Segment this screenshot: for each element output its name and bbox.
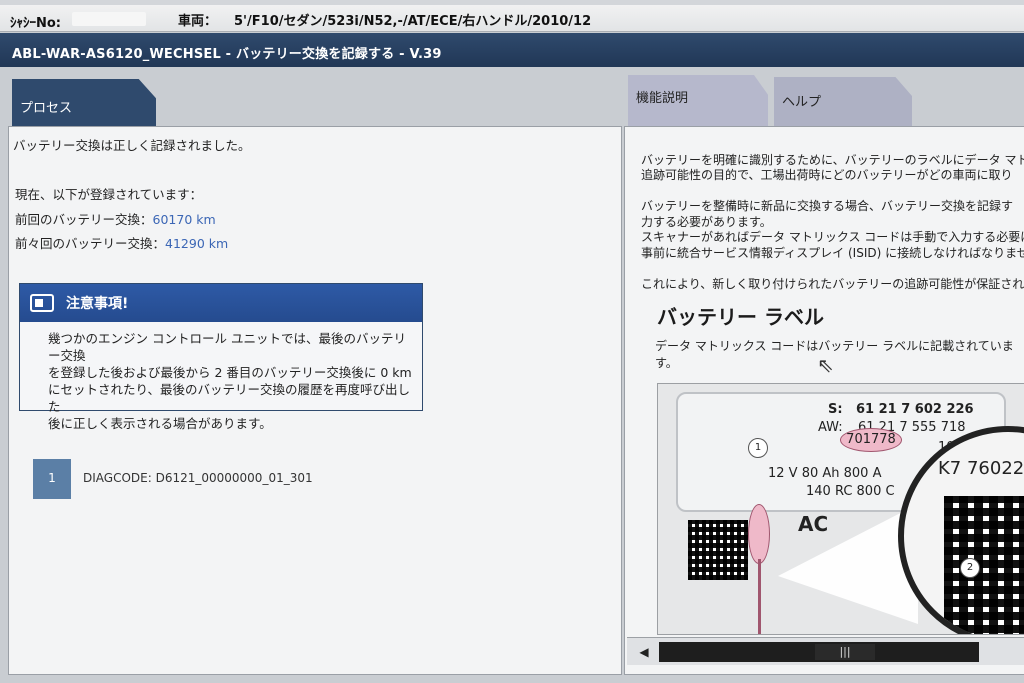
aw-label: AW: — [818, 420, 843, 435]
page-title: ABL-WAR-AS6120_WECHSEL - バッテリー交換を記録する - … — [0, 33, 1024, 67]
description-line: スキャナーがあればデータ マトリックス コードは手動で入力する必要は — [641, 230, 1024, 244]
tab-function-description[interactable]: 機能説明 — [628, 75, 768, 127]
vehicle-label: 車両： — [178, 14, 218, 29]
description-line: 事前に統合サービス情報ディスプレイ (ISID) に接続しなければなりませ — [641, 246, 1024, 260]
mouse-cursor-icon: ⇖ — [817, 353, 834, 377]
small-datamatrix-code — [688, 520, 748, 580]
tab-help[interactable]: ヘルプ — [774, 77, 912, 127]
brand-fragment: AC — [798, 512, 829, 536]
tab-row: プロセス 機能説明 ヘルプ — [0, 67, 1024, 127]
notice-body: 幾つかのエンジン コントロール ユニットでは、最後のバッテリー交換 を登録した後… — [20, 322, 422, 432]
before-previous-label: 前々回のバッテリー交換： — [15, 236, 166, 251]
highlighted-code-oval: 701778 — [840, 428, 902, 452]
battery-specs-2: 140 RC 800 C — [806, 484, 895, 499]
vehicle-value: 5'/F10/セダン/523i/N52,-/AT/ECE/右ハンドル/2010/… — [234, 14, 592, 29]
callout-number-1: 1 — [748, 438, 768, 458]
previous-replacement-value: 60170 km — [152, 212, 216, 227]
previous-replacement-label: 前回のバッテリー交換： — [15, 212, 153, 227]
tab-process[interactable]: プロセス — [12, 79, 156, 127]
top-strip — [0, 0, 1024, 5]
vehicle-info-bar: ｼｬｼｰNo: 車両： 5'/F10/セダン/523i/N52,-/AT/ECE… — [0, 0, 1024, 32]
step-number-badge[interactable]: 1 — [33, 459, 71, 499]
battery-label-illustration: S: 61 21 7 602 226 AW: 61 21 7 555 718 1… — [657, 383, 1024, 635]
scroll-left-icon[interactable]: ◀ — [631, 642, 657, 662]
description-line: 追跡可能性の目的で、工場出荷時にどのバッテリーがどの車両に取り — [641, 168, 1013, 182]
process-panel: バッテリー交換は正しく記録されました。 現在、以下が登録されています： 前回のバ… — [8, 126, 622, 675]
horizontal-scrollbar[interactable]: ◀ ||| — [627, 637, 1024, 665]
chassis-value-redacted — [72, 12, 146, 26]
callout-number-2: 2 — [960, 558, 980, 578]
s-label: S: — [828, 402, 843, 417]
battery-label-heading: バッテリー ラベル — [657, 305, 824, 329]
description-line: バッテリーを整備時に新品に交換する場合、バッテリー交換を記録す — [641, 199, 1014, 213]
registered-heading: 現在、以下が登録されています： — [15, 187, 203, 202]
previous-replacement: 前回のバッテリー交換：60170 km — [15, 209, 216, 228]
function-description-panel: バッテリーを明確に識別するために、バッテリーのラベルにデータ マトリックス 追跡… — [624, 126, 1024, 675]
notice-box: 注意事項! 幾つかのエンジン コントロール ユニットでは、最後のバッテリー交換 … — [19, 283, 423, 431]
battery-label-caption: データ マトリックス コードはバッテリー ラベルに記載されています。 — [655, 339, 1014, 370]
note-icon — [30, 294, 54, 312]
callout-stem — [758, 559, 761, 634]
s-value: 61 21 7 602 226 — [856, 402, 974, 417]
zoom-code-text: K7 760222 — [938, 458, 1024, 479]
large-datamatrix-code — [944, 496, 1024, 634]
notice-line: 幾つかのエンジン コントロール ユニットでは、最後のバッテリー交換 — [48, 331, 406, 363]
notice-line: 後に正しく表示される場合があります。 — [48, 416, 272, 431]
vertical-callout-oval — [748, 504, 770, 564]
status-message: バッテリー交換は正しく記録されました。 — [13, 138, 251, 153]
diagcode-text: DIAGCODE: D6121_00000000_01_301 — [83, 471, 313, 485]
notice-header: 注意事項! — [20, 284, 422, 322]
before-previous-value: 41290 km — [165, 236, 229, 251]
scroll-track[interactable]: ||| — [659, 642, 979, 662]
chassis-label: ｼｬｼｰNo: — [10, 16, 62, 31]
battery-specs-1: 12 V 80 Ah 800 A — [768, 466, 882, 481]
before-previous-replacement: 前々回のバッテリー交換：41290 km — [15, 233, 228, 252]
notice-title: 注意事項! — [66, 296, 129, 312]
notice-line: を登録した後および最後から 2 番目のバッテリー交換後に 0 km — [48, 365, 412, 380]
scroll-thumb[interactable]: ||| — [815, 644, 875, 660]
notice-line: にセットされたり、最後のバッテリー交換の履歴を再度呼び出した — [48, 382, 411, 414]
description-line: これにより、新しく取り付けられたバッテリーの追跡可能性が保証されま — [641, 277, 1024, 291]
